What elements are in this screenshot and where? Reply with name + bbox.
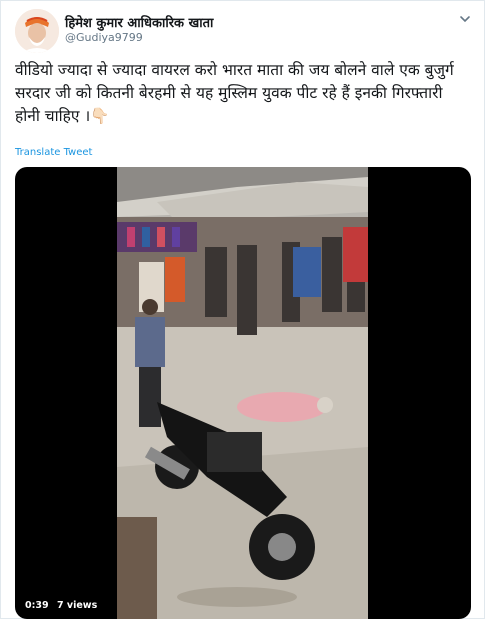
translate-tweet-link[interactable]: Translate Tweet: [15, 147, 92, 158]
video-player[interactable]: 0:39 7 views: [15, 167, 471, 619]
chevron-down-icon[interactable]: [457, 11, 473, 27]
author-name[interactable]: हिमेश कुमार आधिकारिक खाता: [65, 13, 213, 31]
avatar[interactable]: [15, 9, 59, 53]
author-handle[interactable]: @Gudiya9799: [65, 31, 143, 44]
video-views: 7 views: [53, 598, 102, 613]
tweet-card: हिमेश कुमार आधिकारिक खाता @Gudiya9799 वी…: [0, 0, 485, 619]
avatar-image: [15, 9, 59, 53]
video-thumbnail: [117, 167, 368, 619]
video-duration: 0:39: [21, 598, 53, 613]
tweet-text: वीडियो ज्यादा से ज्यादा वायरल करो भारत म…: [15, 61, 454, 125]
